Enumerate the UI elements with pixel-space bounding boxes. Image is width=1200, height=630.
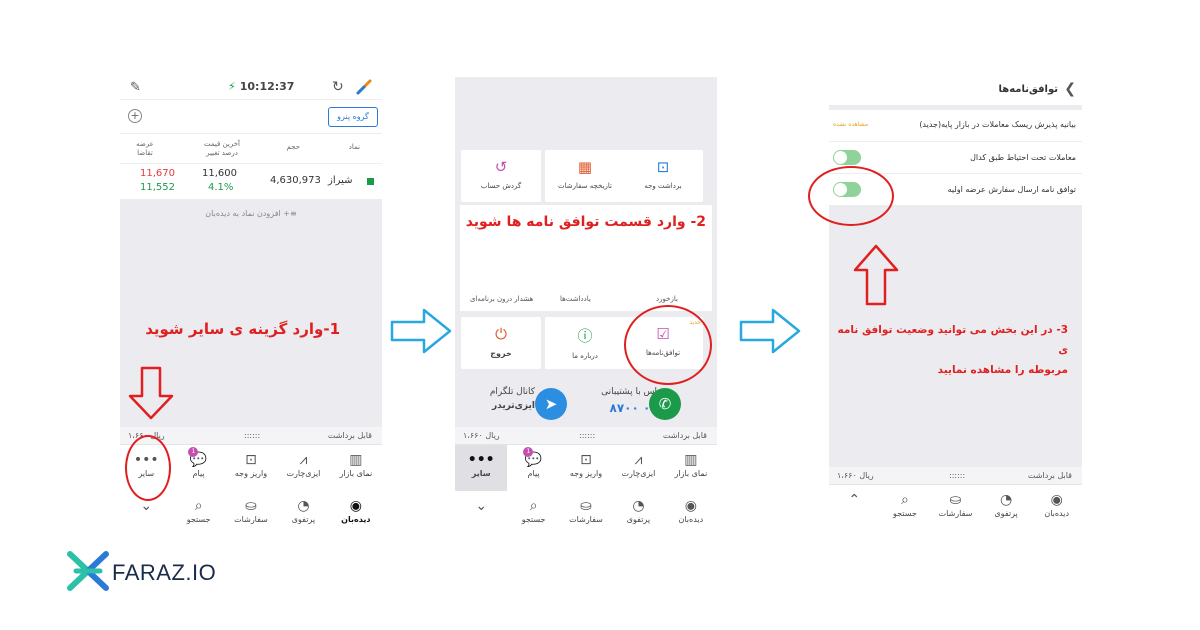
blue-arrow-right-1 bbox=[390, 308, 452, 354]
blue-arrow-right-2 bbox=[739, 308, 801, 354]
arrows-layer bbox=[128, 244, 899, 420]
faraz-logo-icon bbox=[67, 551, 109, 591]
red-arrow-up bbox=[853, 244, 899, 306]
faraz-logo-text: FARAZ.IO bbox=[112, 560, 217, 585]
red-arrow-down bbox=[128, 366, 174, 420]
